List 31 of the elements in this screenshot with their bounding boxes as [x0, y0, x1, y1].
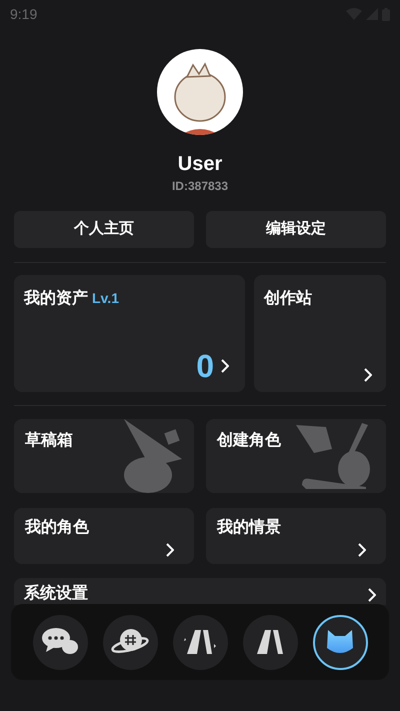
card-title: 创建角色: [217, 432, 281, 449]
asset-amount: 0: [196, 347, 214, 386]
chevron-icon: [220, 359, 229, 373]
profile-button[interactable]: 个人主页: [14, 211, 194, 248]
logo-icon: [257, 630, 283, 654]
settings-row[interactable]: 系统设置: [14, 578, 386, 605]
chat-icon: [42, 627, 78, 657]
profile-button[interactable]: 编辑设定: [206, 211, 386, 248]
chevron-icon: [367, 588, 376, 602]
level-label: Lv.1: [92, 289, 119, 308]
card-title: 系统设置: [24, 584, 88, 603]
assets-card[interactable]: 我的资产 Lv.1 0: [14, 275, 245, 392]
chevron-icon: [357, 543, 366, 557]
card-title: 我的情景: [217, 519, 281, 536]
card-title: 创作站: [264, 290, 312, 307]
list-card[interactable]: 我的角色: [14, 508, 194, 564]
card-title: 我的角色: [25, 519, 89, 536]
list-card[interactable]: 我的情景: [206, 508, 386, 564]
mascot-icon: [325, 628, 355, 656]
user-name: User: [178, 152, 222, 176]
feature-card[interactable]: 草稿箱: [14, 419, 194, 493]
chevron-icon: [363, 368, 372, 382]
card-title: 我的资产: [24, 288, 88, 309]
feature-card[interactable]: 创建角色: [206, 419, 386, 493]
chevron-icon: [165, 543, 174, 557]
status-time: 9:19: [10, 4, 38, 24]
user-id: ID:387833: [172, 178, 228, 195]
studio-card[interactable]: 创作站: [254, 275, 386, 392]
logo-icon: [183, 630, 217, 654]
card-title: 草稿箱: [25, 432, 73, 449]
avatar[interactable]: [157, 49, 243, 135]
